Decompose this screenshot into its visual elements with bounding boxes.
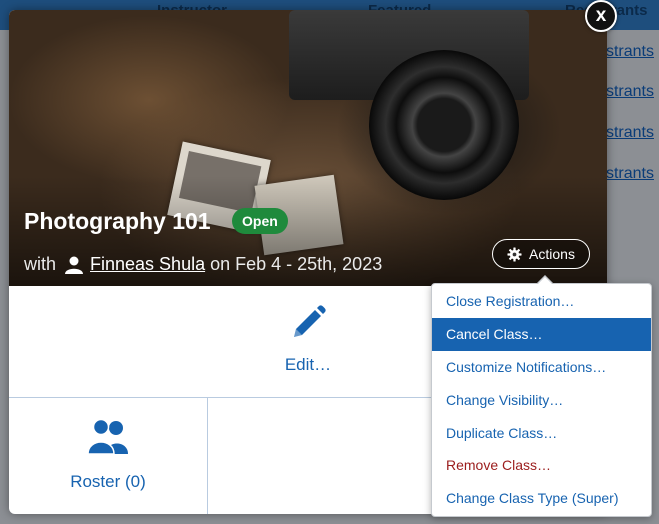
menu-item-change-class-type[interactable]: Change Class Type (Super)	[432, 482, 651, 515]
actions-label: Actions	[529, 246, 575, 262]
class-hero-image: Photography 101 Open with Finneas Shula …	[9, 10, 607, 286]
class-title: Photography 101	[24, 208, 211, 234]
edit-label: Edit…	[284, 355, 332, 374]
close-button[interactable]: x	[585, 0, 617, 32]
gear-icon	[507, 246, 522, 262]
menu-item-duplicate-class[interactable]: Duplicate Class…	[432, 417, 651, 450]
menu-item-remove-class[interactable]: Remove Class…	[432, 449, 651, 482]
status-badge: Open	[232, 208, 288, 234]
close-icon: x	[595, 5, 607, 26]
group-icon	[87, 418, 128, 455]
class-dates: on Feb 4 - 25th, 2023	[210, 254, 383, 274]
roster-label: Roster (0)	[70, 472, 146, 491]
actions-button[interactable]: Actions	[492, 239, 590, 269]
class-byline: with Finneas Shula on Feb 4 - 25th, 2023	[24, 254, 382, 275]
menu-item-cancel-class[interactable]: Cancel Class…	[432, 317, 651, 351]
menu-item-change-visibility[interactable]: Change Visibility…	[432, 384, 651, 417]
actions-menu: Close Registration… Cancel Class… Custom…	[431, 275, 652, 517]
instructor-link[interactable]: Finneas Shula	[90, 254, 205, 275]
menu-item-close-registration[interactable]: Close Registration…	[432, 285, 651, 318]
roster-tile[interactable]: Roster (0)	[9, 398, 208, 514]
pencil-icon	[294, 305, 326, 337]
user-icon	[65, 256, 84, 274]
menu-item-customize-notifications[interactable]: Customize Notifications…	[432, 351, 651, 384]
byline-prefix: with	[24, 254, 57, 274]
